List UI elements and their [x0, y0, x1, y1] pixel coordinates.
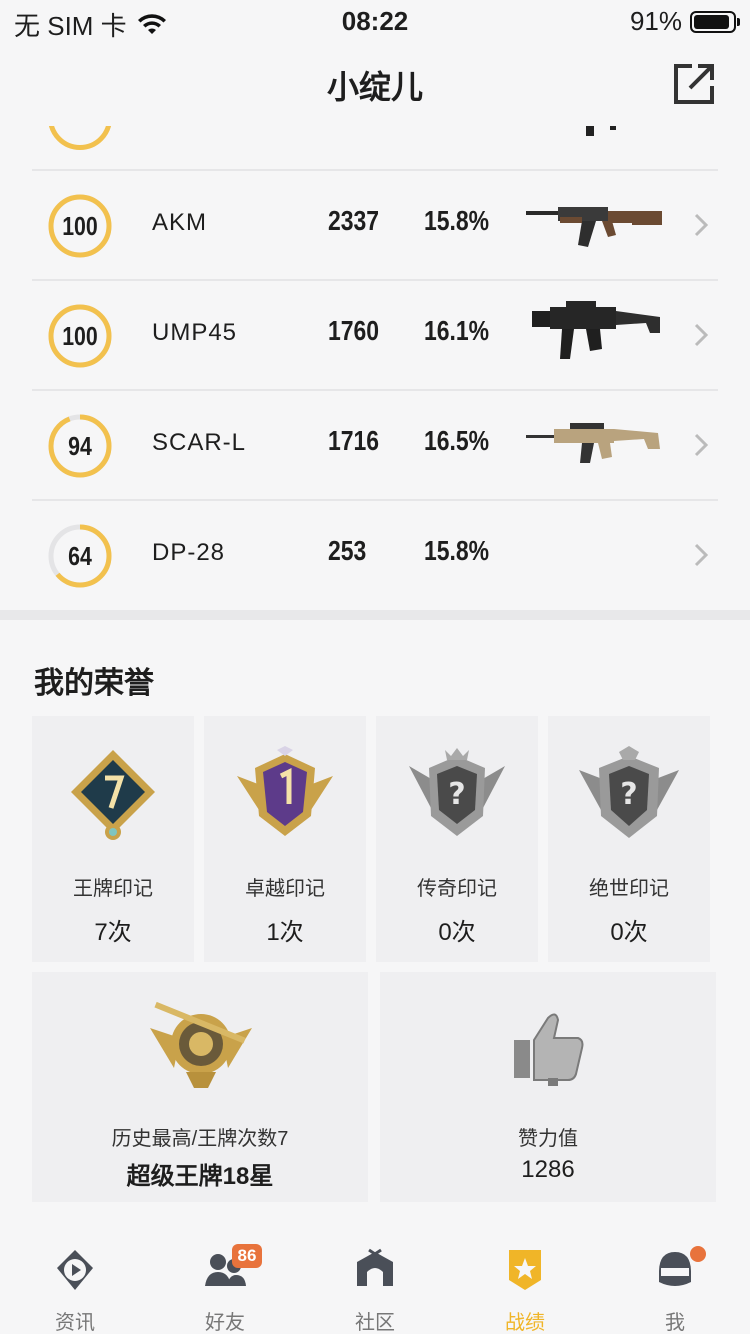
- record-icon: [509, 1250, 541, 1290]
- community-icon: [357, 1248, 393, 1286]
- score-value: 94: [68, 431, 92, 461]
- badge-label: 卓越印记: [245, 878, 325, 900]
- akm-rifle-image: [526, 207, 662, 247]
- badge-card-excellence[interactable]: 卓越印记 1次: [204, 716, 366, 962]
- section-divider: [0, 610, 750, 620]
- badge-card-legend[interactable]: ? 传奇印记 0次: [376, 716, 538, 962]
- highest-rank-card[interactable]: 历史最高/王牌次数7 超级王牌18星: [32, 972, 368, 1202]
- page-title: 小绽儿: [326, 69, 423, 105]
- svg-text:?: ?: [620, 777, 637, 812]
- chevron-right-icon: [694, 323, 708, 347]
- weapon-kills: 2337: [328, 205, 380, 236]
- weapon-row[interactable]: 100 AKM 2337 15.8%: [32, 171, 718, 281]
- thumbs-up-icon: [514, 1013, 584, 1086]
- weapon-kills: 253: [328, 535, 367, 566]
- likes-card[interactable]: 赞力值 1286: [380, 972, 716, 1202]
- tab-profile[interactable]: 我: [600, 1234, 750, 1334]
- chevron-right-icon: [694, 543, 708, 567]
- badge-card-peerless[interactable]: ? 绝世印记 0次: [548, 716, 710, 962]
- navbar: 小绽儿: [0, 40, 750, 126]
- badge-count: 1次: [266, 919, 304, 946]
- weapon-name: UMP45: [152, 319, 238, 346]
- legend-badge-icon: ?: [409, 748, 505, 836]
- weapon-rate: 15.8%: [424, 205, 490, 236]
- weapon-kills: 1716: [328, 425, 380, 456]
- peerless-badge-icon: ?: [579, 746, 679, 838]
- weapon-name: SCAR-L: [152, 429, 247, 456]
- tab-record[interactable]: 战绩: [450, 1234, 600, 1334]
- tab-label: 好友: [205, 1312, 245, 1334]
- ace-rank-icon: [150, 1001, 252, 1088]
- highest-rank-label: 历史最高/王牌次数7: [111, 1128, 289, 1150]
- likes-value: 1286: [521, 1156, 575, 1183]
- weapon-rate: 16.1%: [424, 315, 490, 346]
- badge-label: 传奇印记: [417, 878, 497, 900]
- share-icon[interactable]: [672, 62, 716, 106]
- svg-text:?: ?: [448, 777, 465, 812]
- tab-bar: 资讯 86 好友 社区 战绩 我: [0, 1234, 750, 1334]
- tab-friends[interactable]: 86 好友: [150, 1234, 300, 1334]
- battery-percent: 91%: [629, 6, 682, 36]
- news-icon: [57, 1250, 93, 1290]
- chevron-right-icon: [694, 433, 708, 457]
- badge-count: 7次: [94, 919, 132, 946]
- weapon-rate: 16.5%: [424, 425, 490, 456]
- ump45-smg-image: [532, 301, 660, 359]
- friends-count-badge: 86: [232, 1244, 262, 1268]
- excellence-badge-icon: [237, 746, 333, 836]
- battery-icon: [690, 10, 740, 33]
- weapon-kills: 1760: [328, 315, 380, 346]
- status-bar: 无 SIM 卡 08:22 91%: [0, 0, 750, 41]
- badge-count: 0次: [438, 919, 476, 946]
- badge-count: 0次: [610, 919, 648, 946]
- score-value: 64: [68, 541, 92, 571]
- highest-rank-value: 超级王牌18星: [126, 1163, 274, 1190]
- honor-section: 我的荣誉 王牌印记 7次 卓越印记 1次 ? 传奇印记 0次 ? 绝世印记 0次…: [0, 620, 750, 1220]
- chevron-right-icon: [694, 213, 708, 237]
- tab-label: 社区: [355, 1312, 395, 1334]
- badge-label: 王牌印记: [73, 878, 153, 900]
- status-right: 91%: [629, 6, 740, 37]
- weapon-row-partial: [32, 126, 718, 171]
- weapon-rate: 15.8%: [424, 535, 490, 566]
- section-title: 我的荣誉: [34, 667, 154, 700]
- tab-label: 我: [665, 1312, 685, 1334]
- tab-news[interactable]: 资讯: [0, 1234, 150, 1334]
- notification-dot: [690, 1246, 706, 1262]
- weapon-list: 100 AKM 2337 15.8% 100 UMP45 1760 16.1%: [0, 126, 750, 610]
- tab-label: 战绩: [505, 1312, 545, 1334]
- weapon-image: [586, 126, 616, 136]
- score-ring: [48, 126, 112, 150]
- score-value: 100: [62, 211, 98, 241]
- weapon-row[interactable]: 100 UMP45 1760 16.1%: [32, 281, 718, 391]
- tab-community[interactable]: 社区: [300, 1234, 450, 1334]
- badge-card-ace[interactable]: 王牌印记 7次: [32, 716, 194, 962]
- scar-l-rifle-image: [526, 423, 660, 463]
- likes-label: 赞力值: [518, 1128, 578, 1150]
- ace-badge-icon: [71, 750, 155, 840]
- weapon-row[interactable]: 64 DP-28 253 15.8%: [32, 501, 718, 610]
- score-value: 100: [62, 321, 98, 351]
- badge-label: 绝世印记: [589, 878, 669, 900]
- weapon-name: DP-28: [152, 539, 226, 566]
- tab-label: 资讯: [55, 1312, 95, 1334]
- weapon-name: AKM: [152, 209, 208, 236]
- weapon-row[interactable]: 94 SCAR-L 1716 16.5%: [32, 391, 718, 501]
